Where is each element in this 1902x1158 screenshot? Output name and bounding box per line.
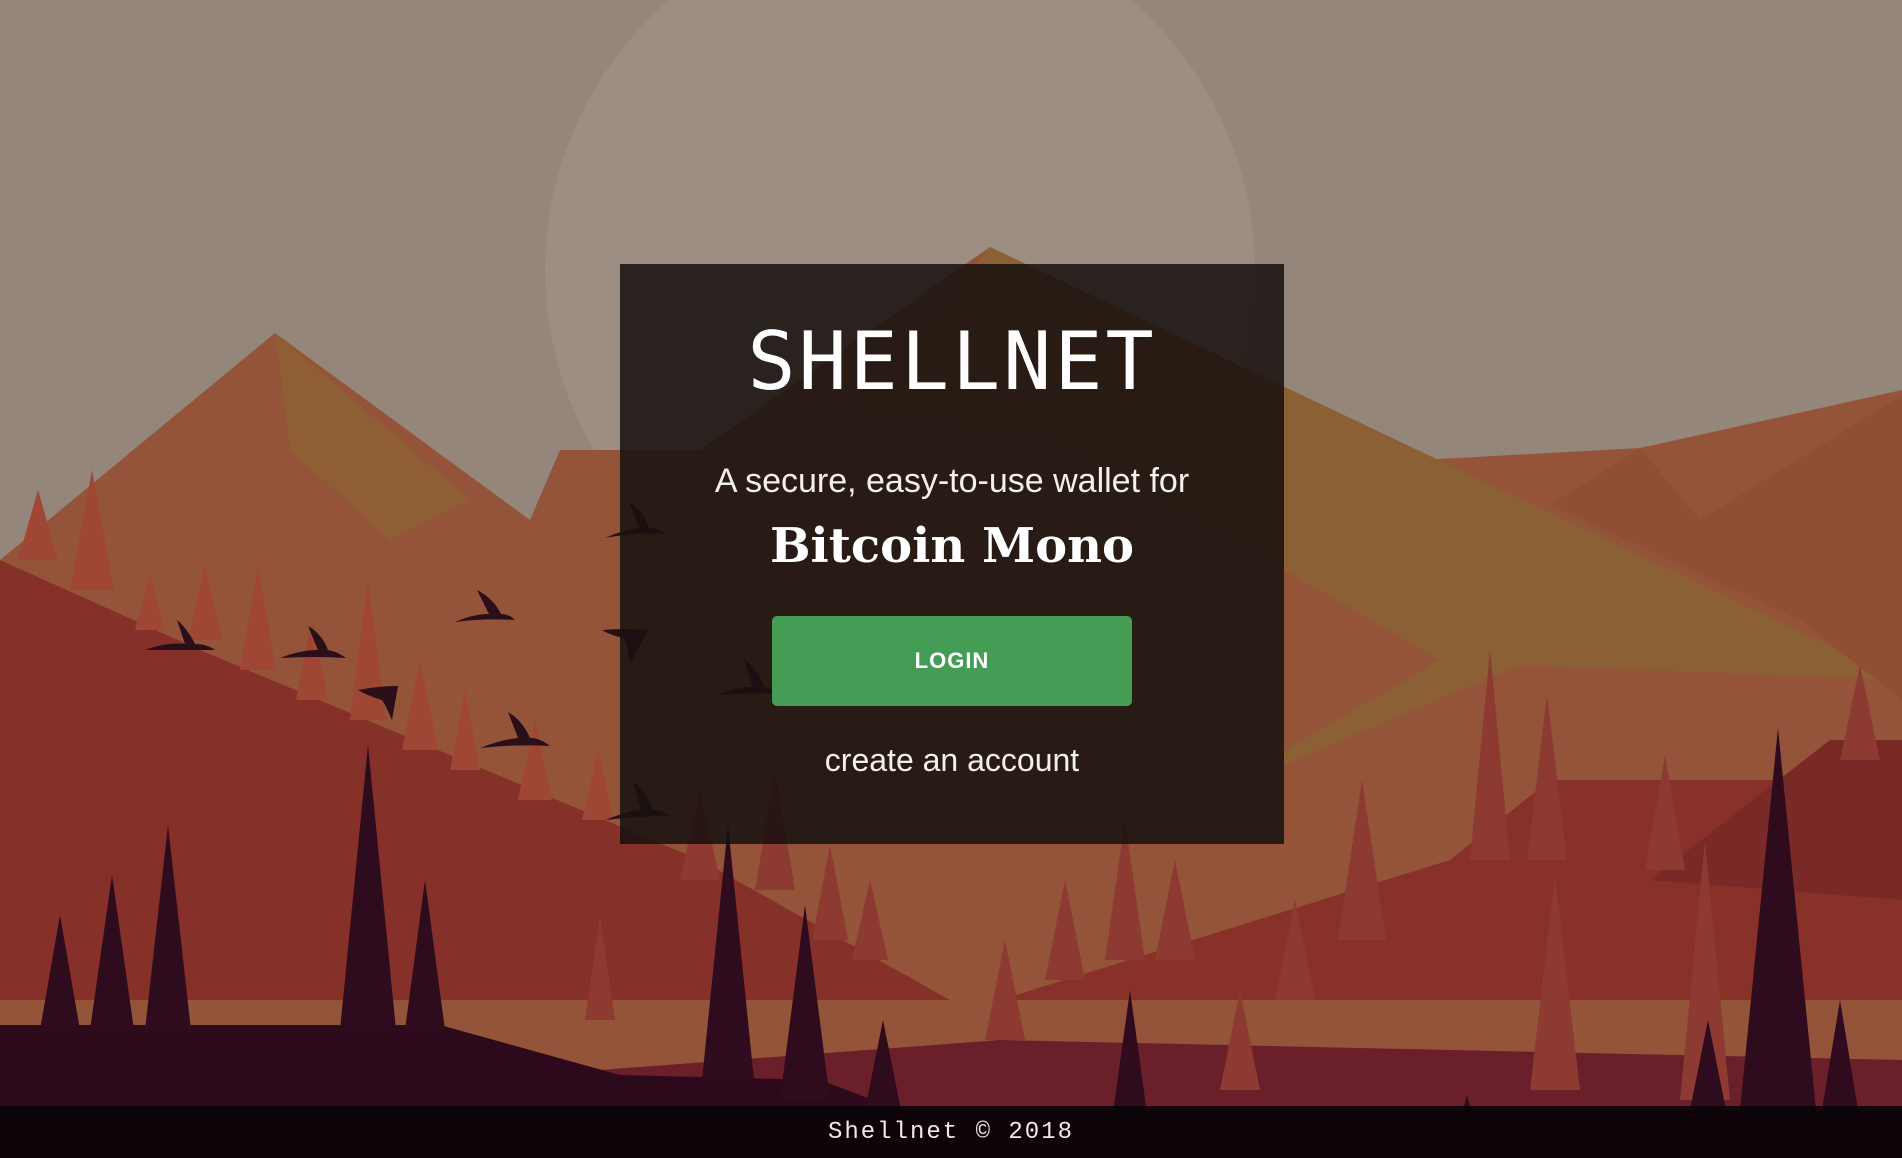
login-button[interactable]: LOGIN — [772, 616, 1132, 706]
footer: Shellnet © 2018 — [0, 1106, 1902, 1158]
create-account-link[interactable]: create an account — [620, 744, 1284, 776]
coin-name: Bitcoin Mono — [769, 518, 1135, 574]
tagline: A secure, easy-to-use wallet for — [714, 462, 1190, 500]
login-panel: SHELLNET A secure, easy-to-use wallet fo… — [620, 264, 1284, 844]
brand-title: SHELLNET — [747, 315, 1157, 408]
footer-text: Shellnet © 2018 — [827, 1118, 1075, 1146]
